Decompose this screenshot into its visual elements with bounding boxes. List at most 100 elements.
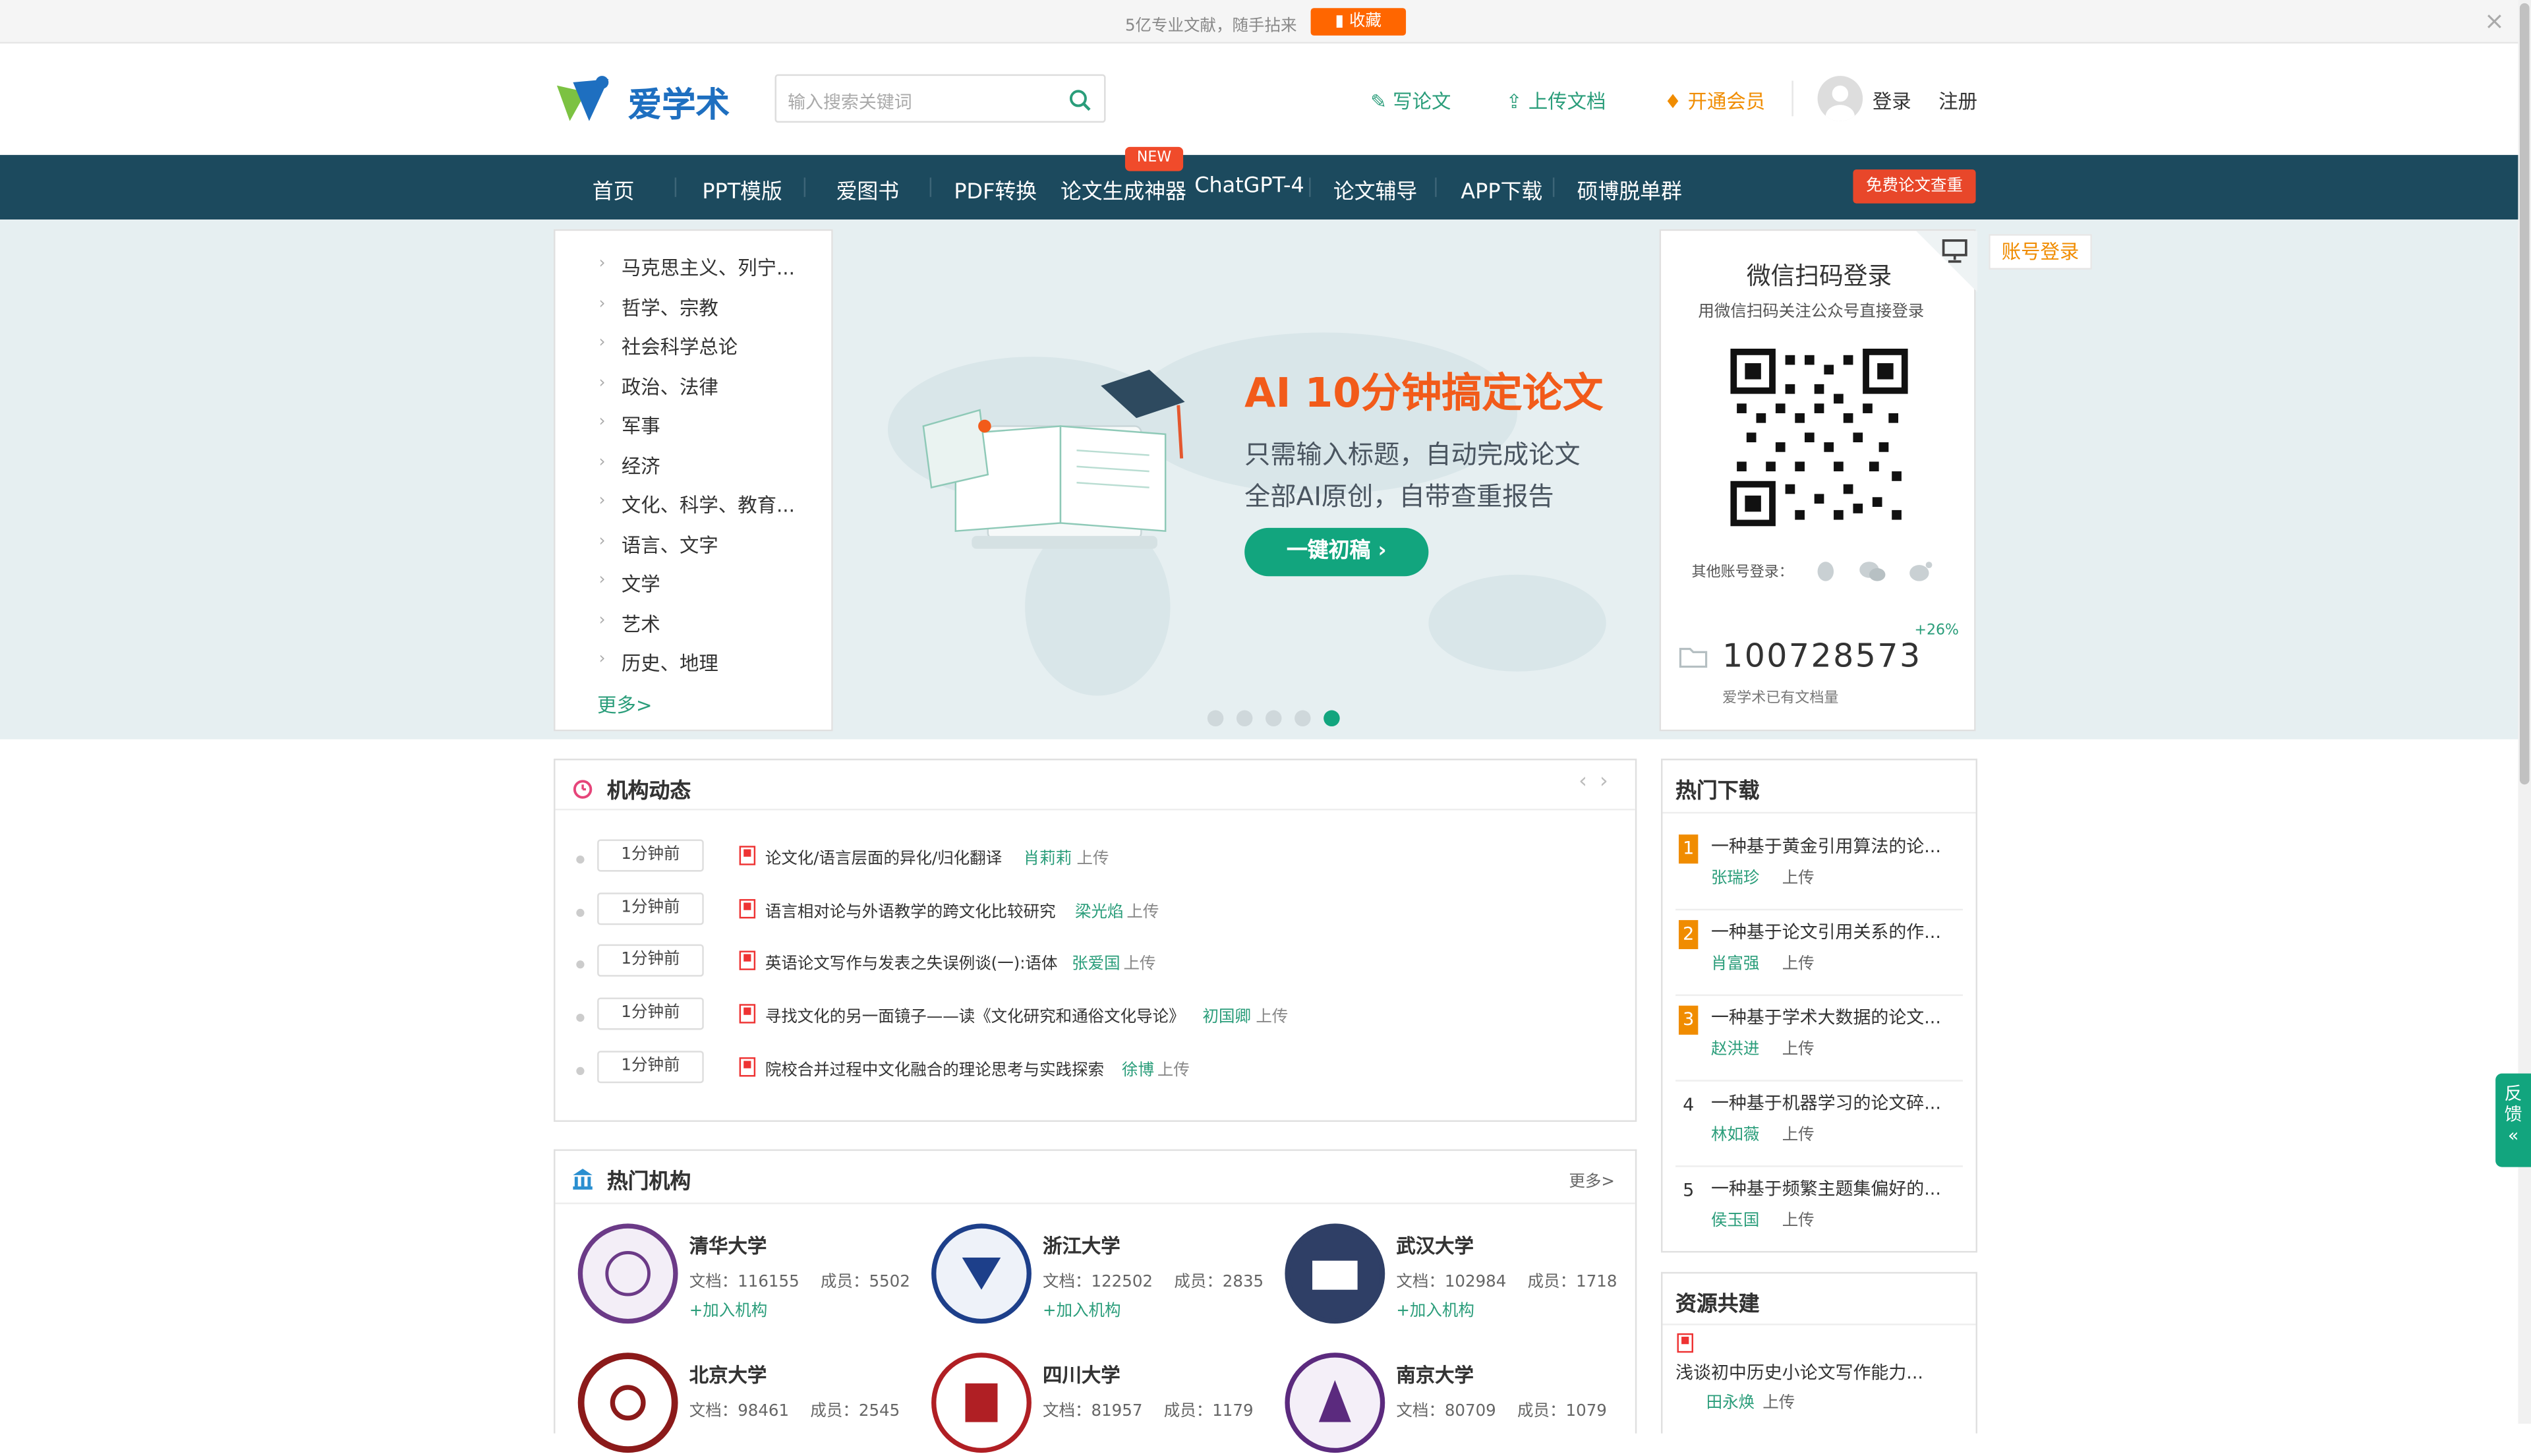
nav-item-dating-group[interactable]: 硕博脱单群 (1577, 174, 1682, 205)
category-item[interactable]: 哲学、宗教 (622, 294, 718, 322)
avatar[interactable] (1817, 76, 1863, 121)
category-item[interactable]: 语言、文字 (622, 531, 718, 559)
institution-card[interactable]: 浙江大学 文档：122502 成员：2835 +加入机构 (931, 1223, 1270, 1327)
category-item[interactable]: 社会科学总论 (622, 332, 738, 360)
institution-name[interactable]: 北京大学 (689, 1361, 767, 1389)
institution-name[interactable]: 四川大学 (1043, 1361, 1120, 1389)
feed-row[interactable]: 1分钟前 ■ 语言相对论与外语教学的跨文化比较研究 梁光焰 上传 (576, 892, 1609, 931)
write-paper-link[interactable]: ✎ 写论文 (1370, 87, 1451, 115)
nav-item-app[interactable]: APP下载 (1461, 174, 1542, 205)
hot-download-title[interactable]: 一种基于学术大数据的论文... (1711, 1004, 1941, 1030)
carousel-dot[interactable] (1207, 710, 1224, 727)
resource-doc-title[interactable]: 浅谈初中历史小论文写作能力... (1675, 1359, 1923, 1385)
feed-row[interactable]: 1分钟前 ■ 英语论文写作与发表之失误例谈(一):语体 张爱国 上传 (576, 944, 1609, 983)
hot-institutions-more-link[interactable]: 更多> (1569, 1167, 1615, 1191)
category-item[interactable]: 军事 (622, 411, 660, 439)
category-item[interactable]: 经济 (622, 452, 660, 480)
institution-card[interactable]: 四川大学 文档：81957 成员：1179 (931, 1353, 1270, 1456)
hot-download-item[interactable]: 1 一种基于黄金引用算法的论... 张瑞珍 上传 (1675, 825, 1963, 911)
carousel-dot[interactable] (1266, 710, 1282, 727)
hot-download-author[interactable]: 张瑞珍 (1711, 863, 1759, 888)
nav-item-chatgpt[interactable]: ChatGPT-4 (1194, 174, 1304, 198)
hot-download-item[interactable]: 4 一种基于机器学习的论文碎... 林如薇 上传 (1675, 1082, 1963, 1167)
hot-download-title[interactable]: 一种基于黄金引用算法的论... (1711, 833, 1941, 859)
chevron-right-icon[interactable]: › (1600, 770, 1608, 794)
join-institution-link[interactable]: +加入机构 (689, 1296, 768, 1320)
vip-link[interactable]: ♦ 开通会员 (1664, 87, 1765, 115)
nav-item-tutoring[interactable]: 论文辅导 (1333, 174, 1417, 205)
bullet-dot (576, 855, 585, 864)
feed-author[interactable]: 徐博 (1122, 1056, 1154, 1080)
carousel-dot[interactable] (1295, 710, 1311, 727)
feed-author[interactable]: 初国卿 (1203, 1003, 1251, 1027)
feedback-button[interactable]: 反 馈 « (2495, 1073, 2531, 1167)
feed-doc-title[interactable]: 院校合并过程中文化融合的理论思考与实践探索 (765, 1056, 1104, 1080)
hot-download-item[interactable]: 5 一种基于频繁主题集偏好的... 侯玉国 上传 (1675, 1167, 1963, 1253)
hot-download-action: 上传 (1782, 955, 1815, 974)
monitor-icon[interactable] (1942, 239, 1967, 263)
hot-download-title[interactable]: 一种基于频繁主题集偏好的... (1711, 1175, 1941, 1201)
institution-name[interactable]: 武汉大学 (1396, 1232, 1474, 1260)
hot-download-author[interactable]: 林如薇 (1711, 1121, 1759, 1144)
join-institution-link[interactable]: +加入机构 (1396, 1296, 1474, 1320)
nav-item-ppt[interactable]: PPT模版 (702, 174, 782, 205)
institution-name[interactable]: 南京大学 (1396, 1361, 1474, 1389)
institution-card[interactable]: 南京大学 文档：80709 成员：1079 (1285, 1353, 1623, 1456)
chevron-left-icon[interactable]: ‹ (1579, 770, 1587, 794)
carousel-dot-active[interactable] (1324, 710, 1340, 727)
feed-author[interactable]: 肖莉莉 (1024, 844, 1072, 869)
feed-doc-title[interactable]: 寻找文化的另一面镜子——读《文化研究和通俗文化导论》 (765, 1003, 1185, 1027)
join-institution-link[interactable]: +加入机构 (1043, 1296, 1121, 1320)
login-link[interactable]: 登录 (1873, 87, 1911, 115)
feed-doc-title[interactable]: 英语论文写作与发表之失误例谈(一):语体 (765, 949, 1058, 974)
feed-author[interactable]: 张爱国 (1072, 949, 1120, 974)
feed-row[interactable]: 1分钟前 ■ 寻找文化的另一面镜子——读《文化研究和通俗文化导论》 初国卿 上传 (576, 997, 1609, 1036)
category-item[interactable]: 历史、地理 (622, 649, 718, 676)
search-box[interactable]: 输入搜索关键词 (774, 74, 1106, 123)
search-icon[interactable] (1068, 89, 1091, 111)
hot-download-title[interactable]: 一种基于机器学习的论文碎... (1711, 1090, 1941, 1115)
nav-item-pdf[interactable]: PDF转换 (954, 174, 1037, 205)
category-item[interactable]: 政治、法律 (622, 373, 718, 401)
category-more-link[interactable]: 更多> (597, 691, 652, 718)
one-click-draft-button[interactable]: 一键初稿 › (1244, 527, 1429, 577)
wechat-icon[interactable] (1858, 560, 1887, 583)
qq-icon[interactable] (1816, 560, 1835, 583)
feed-doc-title[interactable]: 论文化/语言层面的异化/归化翻译 (765, 844, 1002, 869)
institution-card[interactable]: 北京大学 文档：98461 成员：2545 (577, 1353, 917, 1456)
search-input[interactable]: 输入搜索关键词 (788, 89, 912, 115)
hot-download-author[interactable]: 肖富强 (1711, 949, 1759, 974)
hot-download-author[interactable]: 赵洪进 (1711, 1035, 1759, 1059)
site-logo[interactable]: 爱学术 (554, 73, 740, 127)
institution-card[interactable]: 清华大学 文档：116155 成员：5502 +加入机构 (577, 1223, 917, 1327)
account-login-tab[interactable]: 账号登录 (1989, 234, 2092, 270)
institution-card[interactable]: 武汉大学 文档：102984 成员：1718 +加入机构 (1285, 1223, 1623, 1327)
hot-download-author[interactable]: 侯玉国 (1711, 1206, 1759, 1230)
category-item[interactable]: 文化、科学、教育... (622, 490, 795, 518)
hot-download-item[interactable]: 2 一种基于论文引用关系的作... 肖富强 上传 (1675, 910, 1963, 997)
close-icon[interactable]: × (2484, 7, 2505, 36)
register-link[interactable]: 注册 (1938, 87, 1977, 115)
resource-author[interactable]: 田永焕 (1706, 1388, 1755, 1412)
feed-author[interactable]: 梁光焰 (1075, 898, 1123, 921)
carousel-dot[interactable] (1236, 710, 1253, 727)
banner-subline: 只需输入标题，自动完成论文 (1244, 439, 1581, 470)
scrollbar-thumb[interactable] (2519, 3, 2530, 785)
upload-doc-link[interactable]: ⇪ 上传文档 (1506, 87, 1606, 115)
category-item[interactable]: 文学 (622, 569, 660, 597)
bookmark-button[interactable]: ▮ 收藏 (1310, 8, 1407, 36)
nav-item-books[interactable]: 爱图书 (836, 174, 900, 205)
nav-item-home[interactable]: 首页 (593, 174, 635, 205)
hot-download-item[interactable]: 3 一种基于学术大数据的论文... 赵洪进 上传 (1675, 996, 1963, 1082)
hot-download-title[interactable]: 一种基于论文引用关系的作... (1711, 918, 1941, 944)
free-plagiarism-check-button[interactable]: 免费论文查重 (1853, 169, 1976, 204)
feed-row[interactable]: 1分钟前 ■ 论文化/语言层面的异化/归化翻译 肖莉莉 上传 (576, 839, 1609, 878)
institution-name[interactable]: 浙江大学 (1043, 1232, 1120, 1260)
institution-name[interactable]: 清华大学 (689, 1232, 767, 1260)
weibo-icon[interactable] (1908, 560, 1934, 583)
category-item[interactable]: 艺术 (622, 610, 660, 638)
feed-doc-title[interactable]: 语言相对论与外语教学的跨文化比较研究 (765, 898, 1056, 921)
feed-row[interactable]: 1分钟前 ■ 院校合并过程中文化融合的理论思考与实践探索 徐博 上传 (576, 1051, 1609, 1090)
nav-item-paper-generator[interactable]: 论文生成神器 (1061, 174, 1186, 205)
category-item[interactable]: 马克思主义、列宁... (622, 253, 795, 281)
